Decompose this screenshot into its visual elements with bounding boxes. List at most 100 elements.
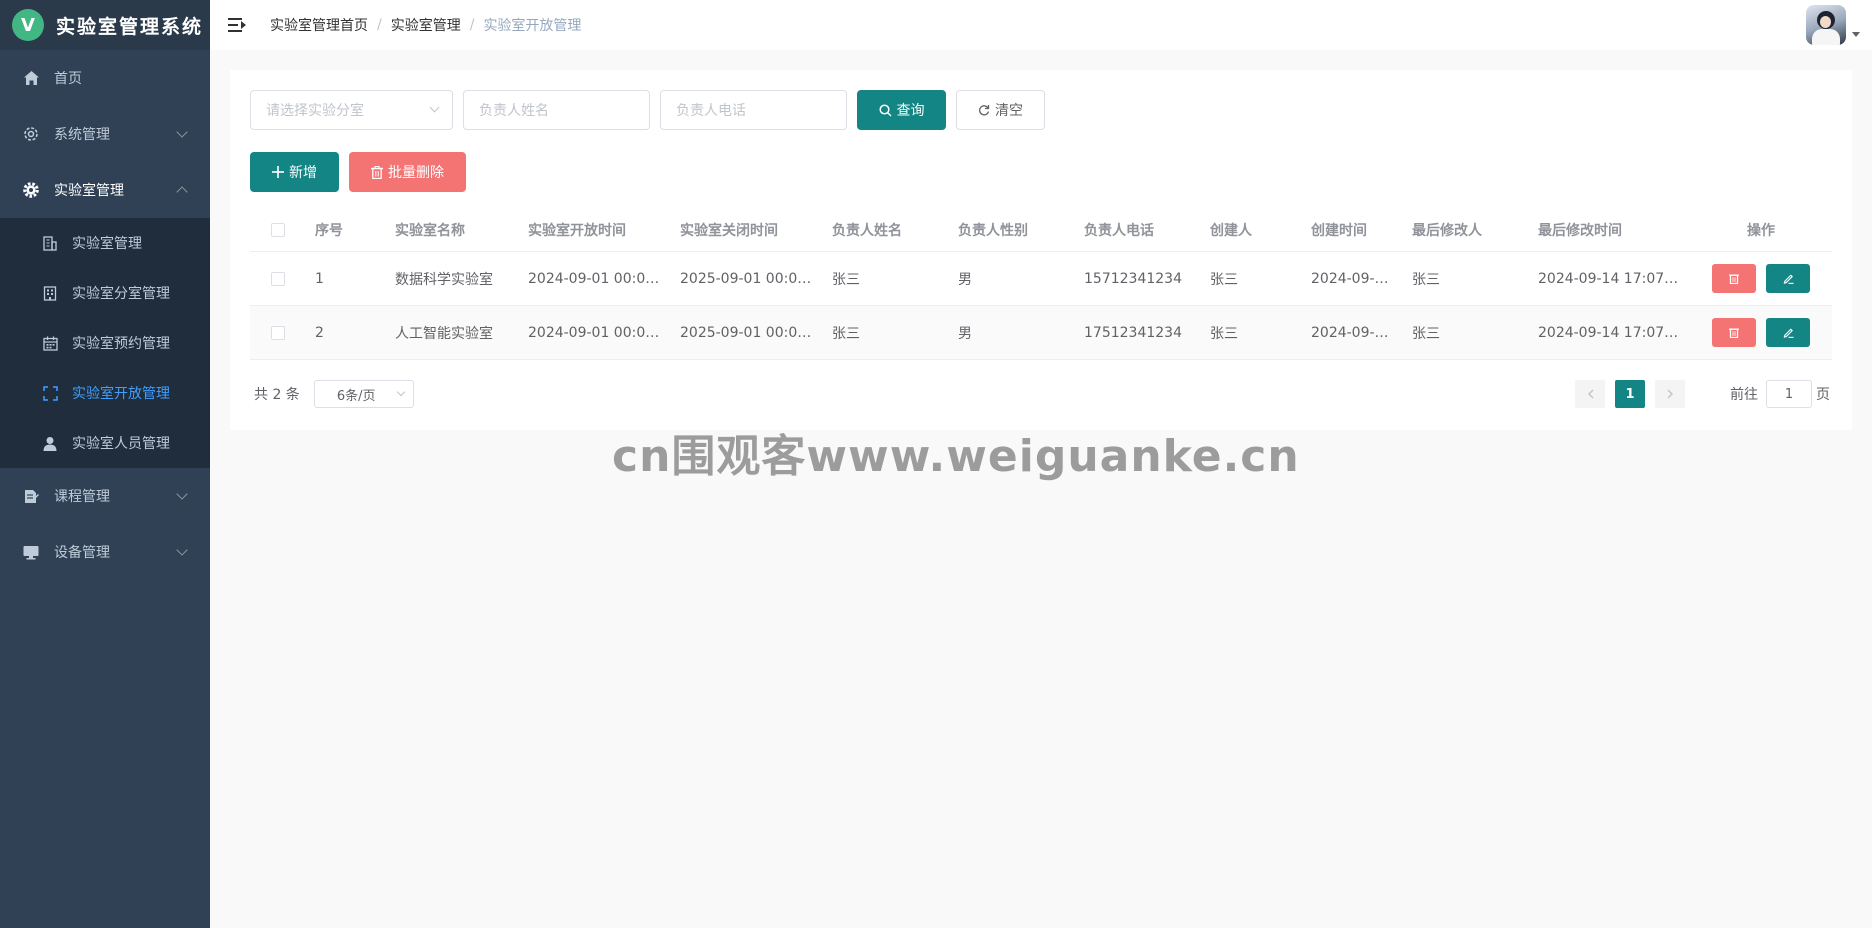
avatar[interactable]	[1806, 5, 1846, 45]
table-row: 2 人工智能实验室 2024-09-01 00:00:00 2025-09-01…	[250, 306, 1832, 360]
select-all-checkbox[interactable]	[270, 222, 285, 237]
cell-no: 1	[315, 270, 324, 287]
cell-modifier: 张三	[1412, 271, 1440, 288]
office-icon	[42, 285, 58, 301]
select-all-cell	[250, 222, 305, 237]
goto-page: 前往 1 页	[1730, 380, 1830, 408]
document-icon	[22, 487, 40, 505]
sidebar-item-label: 课程管理	[54, 489, 110, 505]
col-header-create-time: 创建时间	[1311, 222, 1367, 239]
clear-button[interactable]: 清空	[956, 90, 1045, 130]
goto-page-input[interactable]: 1	[1766, 380, 1812, 408]
page-number-button[interactable]: 1	[1615, 380, 1645, 408]
breadcrumb-current: 实验室开放管理	[483, 18, 582, 34]
trash-icon	[1729, 274, 1739, 284]
cell-no: 2	[315, 324, 324, 341]
cell-open-time: 2024-09-01 00:00:00	[528, 270, 670, 287]
col-header-person-gender: 负责人性别	[958, 222, 1028, 239]
trash-icon	[1729, 328, 1739, 338]
sidebar-item-lab-open[interactable]: 实验室开放管理	[0, 368, 210, 418]
sidebar-item-device[interactable]: 设备管理	[0, 524, 210, 580]
cell-person-name: 张三	[832, 271, 860, 288]
cell-person-phone: 15712341234	[1084, 270, 1182, 287]
cell-person-name: 张三	[832, 325, 860, 342]
row-checkbox[interactable]	[270, 325, 285, 340]
hamburger-icon[interactable]	[228, 18, 246, 32]
search-form: 请选择实验分室 负责人姓名 负责人电话 查询 清空	[250, 90, 1055, 130]
next-page-button[interactable]	[1655, 380, 1685, 408]
breadcrumb-home[interactable]: 实验室管理首页	[270, 15, 368, 35]
sidebar-item-label: 首页	[54, 71, 82, 87]
col-header-close-time: 实验室关闭时间	[680, 222, 778, 239]
chevron-down-icon	[396, 387, 406, 397]
cell-create-time: 2024-09-1...	[1311, 270, 1397, 287]
sidebar-item-lab-manage[interactable]: 实验室管理	[0, 218, 210, 268]
lab-submenu: 实验室管理 实验室分室管理 实验室预约管理 实验室开放管理 实验室人员管理	[0, 218, 210, 468]
plus-icon	[272, 166, 284, 178]
prev-page-button[interactable]	[1575, 380, 1605, 408]
chevron-down-icon	[176, 488, 188, 500]
col-header-creator: 创建人	[1210, 222, 1252, 239]
gear-solid-icon	[22, 181, 40, 199]
cell-lab-name: 数据科学实验室	[395, 271, 493, 288]
table-row: 1 数据科学实验室 2024-09-01 00:00:00 2025-09-01…	[250, 252, 1832, 306]
app-logo[interactable]: V 实验室管理系统	[0, 0, 210, 50]
caret-down-icon	[1852, 31, 1860, 37]
row-checkbox[interactable]	[270, 271, 285, 286]
edit-icon	[1783, 328, 1794, 338]
user-menu[interactable]	[1806, 5, 1860, 45]
lab-room-select[interactable]: 请选择实验分室	[250, 90, 453, 130]
frame-icon	[42, 385, 58, 401]
cell-modifier: 张三	[1412, 325, 1440, 342]
sidebar-item-lab[interactable]: 实验室管理	[0, 162, 210, 218]
submenu-item-label: 实验室预约管理	[72, 336, 170, 352]
batch-delete-button-label: 批量删除	[388, 165, 444, 181]
page-size-select[interactable]: 6条/页	[313, 380, 414, 408]
sidebar-item-label: 系统管理	[54, 127, 110, 143]
batch-delete-button[interactable]: 批量删除	[349, 152, 466, 192]
person-phone-input[interactable]: 负责人电话	[660, 90, 847, 130]
total-count: 共 2 条	[254, 387, 300, 403]
cell-person-phone: 17512341234	[1084, 324, 1182, 341]
row-edit-button[interactable]	[1766, 264, 1810, 293]
col-header-lab-name: 实验室名称	[395, 222, 465, 239]
chevron-up-icon	[176, 186, 188, 198]
cell-operations	[1690, 264, 1832, 293]
cell-create-time: 2024-09-1...	[1311, 324, 1397, 341]
trash-icon	[371, 165, 383, 179]
col-header-modifier: 最后修改人	[1412, 222, 1482, 239]
refresh-icon	[978, 104, 990, 116]
row-edit-button[interactable]	[1766, 318, 1810, 347]
query-button[interactable]: 查询	[857, 90, 946, 130]
breadcrumb-lab-manage[interactable]: 实验室管理	[391, 15, 461, 35]
row-delete-button[interactable]	[1712, 318, 1756, 347]
sidebar-item-home[interactable]: 首页	[0, 50, 210, 106]
row-delete-button[interactable]	[1712, 264, 1756, 293]
search-icon	[878, 103, 892, 117]
add-button-label: 新增	[289, 165, 317, 181]
sidebar: V 实验室管理系统 首页 系统管理 实验室管理 实验室管理 实验室分室管理 实验…	[0, 0, 210, 928]
watermark: cn围观客www.weiguanke.cn	[612, 431, 1300, 482]
submenu-item-label: 实验室分室管理	[72, 286, 170, 302]
row-select-cell	[250, 271, 305, 286]
col-header-modify-time: 最后修改时间	[1538, 222, 1622, 239]
sidebar-item-course[interactable]: 课程管理	[0, 468, 210, 524]
goto-prefix: 前往	[1730, 387, 1758, 403]
sidebar-item-lab-room[interactable]: 实验室分室管理	[0, 268, 210, 318]
cell-close-time: 2025-09-01 00:00:00	[680, 270, 822, 287]
sidebar-item-system[interactable]: 系统管理	[0, 106, 210, 162]
sidebar-item-lab-booking[interactable]: 实验室预约管理	[0, 318, 210, 368]
home-icon	[22, 69, 40, 87]
sidebar-item-label: 设备管理	[54, 545, 110, 561]
gear-outline-icon	[22, 125, 40, 143]
cell-open-time: 2024-09-01 00:00:00	[528, 324, 670, 341]
table-header: 序号 实验室名称 实验室开放时间 实验室关闭时间 负责人姓名 负责人性别 负责人…	[250, 208, 1832, 252]
person-name-input[interactable]: 负责人姓名	[463, 90, 650, 130]
col-header-operations: 操作	[1747, 222, 1775, 239]
sidebar-item-lab-staff[interactable]: 实验室人员管理	[0, 418, 210, 468]
chevron-down-icon	[176, 126, 188, 138]
add-button[interactable]: 新增	[250, 152, 339, 192]
top-navbar: 实验室管理首页 / 实验室管理 / 实验室开放管理	[210, 0, 1872, 50]
calendar-icon	[42, 335, 58, 351]
breadcrumb-separator: /	[469, 17, 475, 33]
